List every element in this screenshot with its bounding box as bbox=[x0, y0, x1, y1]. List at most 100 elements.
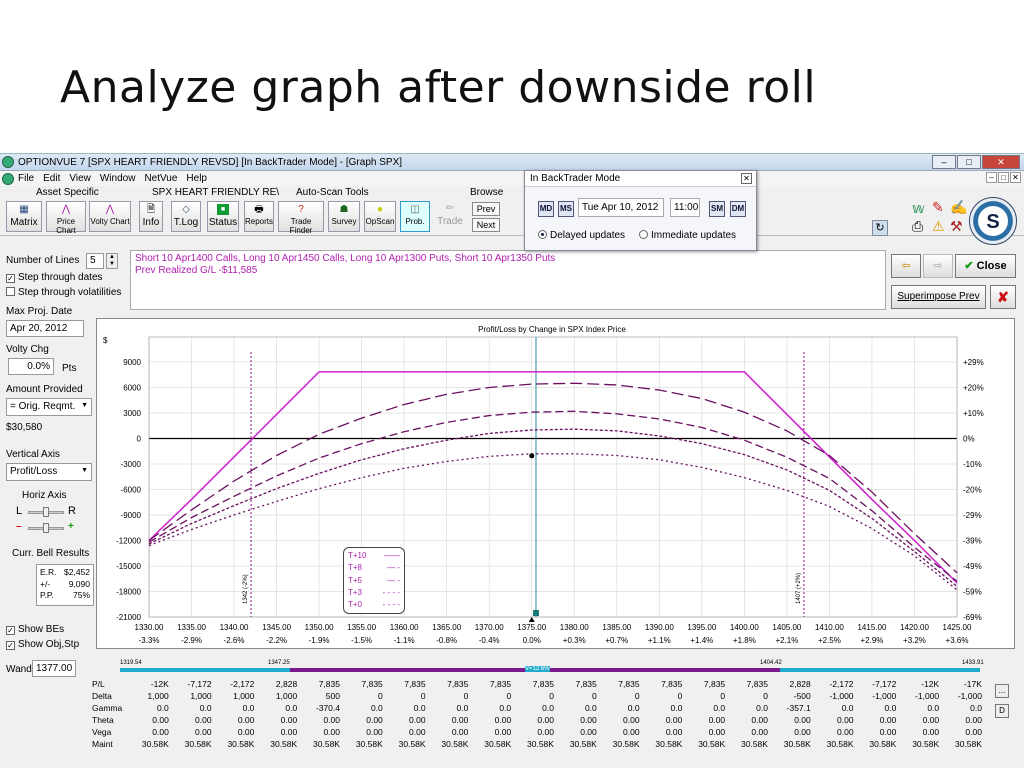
step-vols-option[interactable]: Step through volatilities bbox=[6, 287, 121, 298]
volty-chg-field[interactable]: 0.0% bbox=[8, 358, 54, 375]
series-line-t-plus-8 bbox=[148, 382, 958, 574]
show-bes-checkbox[interactable]: ✓ bbox=[6, 626, 15, 635]
grid-cell: 0.0 bbox=[242, 703, 255, 713]
superimpose-prev-button[interactable]: Superimpose Prev bbox=[891, 285, 986, 309]
menu-view[interactable]: View bbox=[69, 173, 91, 184]
slider-handle[interactable] bbox=[43, 507, 49, 517]
step-forward-button[interactable]: SM bbox=[709, 201, 725, 217]
grid-cell: 0.0 bbox=[756, 703, 768, 713]
grid-detail-button[interactable]: D bbox=[995, 704, 1009, 718]
trade-button[interactable]: ✏ Trade bbox=[435, 201, 465, 232]
info-button[interactable]: 🗎 Info bbox=[139, 201, 163, 232]
next-button[interactable]: Next bbox=[472, 218, 500, 232]
grid-cell: 30.58K bbox=[826, 739, 854, 749]
grid-cell: 0.0 bbox=[199, 703, 212, 713]
horiz-axis-zoom-slider[interactable] bbox=[28, 523, 64, 533]
current-price-marker bbox=[532, 610, 539, 616]
info-icon: 🗎 bbox=[146, 204, 156, 215]
note-icon[interactable]: ✍ bbox=[950, 199, 967, 216]
vertical-axis-dropdown[interactable]: Profit/Loss ▼ bbox=[6, 463, 92, 481]
menu-help[interactable]: Help bbox=[186, 173, 207, 184]
alarm-icon[interactable]: ⚠ bbox=[932, 218, 945, 235]
grid-cell: 0.00 bbox=[751, 715, 768, 725]
backtrader-time-field[interactable]: 11:00 bbox=[670, 198, 700, 217]
grid-cell: 500 bbox=[325, 691, 340, 701]
maximize-button[interactable]: □ bbox=[957, 155, 981, 169]
opscan-button[interactable]: ● OpScan bbox=[364, 201, 396, 232]
show-obj-option[interactable]: ✓ Show Obj,Stp bbox=[6, 639, 79, 650]
x-pct-label: -0.8% bbox=[436, 636, 457, 645]
series-line-t-plus-3 bbox=[148, 428, 958, 587]
refresh-icon[interactable]: ↻ bbox=[872, 220, 888, 236]
delete-button[interactable]: ✘ bbox=[990, 285, 1016, 309]
amount-provided-dropdown[interactable]: = Orig. Reqmt. ▼ bbox=[6, 398, 92, 416]
close-window-button[interactable]: ✕ bbox=[982, 155, 1020, 169]
tools-icon[interactable]: ⚒ bbox=[950, 218, 963, 235]
menu-window[interactable]: Window bbox=[100, 173, 136, 184]
show-obj-checkbox[interactable]: ✓ bbox=[6, 641, 15, 650]
grid-cell: 7,835 bbox=[489, 679, 512, 689]
mdi-close-button[interactable]: ✕ bbox=[1010, 172, 1021, 183]
series-line-t-plus-0 bbox=[148, 453, 958, 591]
menu-file[interactable]: File bbox=[18, 173, 34, 184]
grid-row-label: Gamma bbox=[92, 703, 123, 713]
mdi-minimize-button[interactable]: – bbox=[986, 172, 997, 183]
prob-button[interactable]: ◫ Prob. bbox=[400, 201, 430, 232]
tlog-button[interactable]: ◇ T.Log bbox=[171, 201, 201, 232]
volty-chart-icon: ⋀ bbox=[105, 204, 115, 215]
delayed-updates-option[interactable]: Delayed updates bbox=[538, 230, 625, 241]
step-back-button[interactable]: MS bbox=[558, 201, 574, 217]
grid-cell: 0.0 bbox=[970, 703, 982, 713]
backtrader-date-field[interactable]: Tue Apr 10, 2012 bbox=[578, 198, 664, 217]
grid-cell: 30.58K bbox=[270, 739, 298, 749]
prev-button[interactable]: Prev bbox=[472, 202, 500, 216]
print-icon[interactable]: ⎙ bbox=[912, 218, 923, 235]
yield-icon[interactable]: 𝕨 bbox=[912, 200, 925, 217]
reports-button[interactable]: 🖶 Reports bbox=[244, 201, 274, 232]
grid-options-button[interactable]: ... bbox=[995, 684, 1009, 698]
menu-netvue[interactable]: NetVue bbox=[144, 173, 177, 184]
price-chart-icon: ⋀ bbox=[61, 204, 71, 215]
volty-chart-button[interactable]: ⋀ Volty Chart bbox=[89, 201, 131, 232]
grid-cell: 30.58K bbox=[398, 739, 426, 749]
grid-cell: 30.58K bbox=[741, 739, 768, 749]
price-chart-button[interactable]: ⋀ Price Chart bbox=[46, 201, 86, 235]
y-tick-label: -3000 bbox=[121, 460, 142, 469]
x-tick-label: 1395.00 bbox=[687, 623, 716, 632]
delayed-radio[interactable] bbox=[538, 230, 547, 239]
slider-handle[interactable] bbox=[43, 523, 49, 533]
survey-button[interactable]: ☗ Survey bbox=[328, 201, 360, 232]
month-back-button[interactable]: MD bbox=[538, 201, 554, 217]
wand-field[interactable]: 1377.00 bbox=[32, 660, 76, 677]
grid-row-maint: Maint 30.58K 30.58K 30.58K 30.58K 30.58K 30.58… bbox=[90, 738, 990, 750]
grid-cell: 7,835 bbox=[404, 679, 426, 689]
matrix-button[interactable]: ▦ Matrix bbox=[6, 201, 42, 232]
pl-chart[interactable]: Profit/Loss by Change in SPX Index Price… bbox=[96, 318, 1015, 649]
close-button[interactable]: ✔ Close bbox=[955, 254, 1016, 278]
mdi-restore-button[interactable]: □ bbox=[998, 172, 1009, 183]
x-pct-label: -1.5% bbox=[351, 636, 372, 645]
back-arrow-button[interactable]: ⇦ bbox=[891, 254, 921, 278]
show-bes-option[interactable]: ✓ Show BEs bbox=[6, 624, 64, 635]
export-icon[interactable]: ✎ bbox=[932, 199, 944, 216]
status-button[interactable]: ■ Status bbox=[207, 201, 239, 232]
menu-edit[interactable]: Edit bbox=[43, 173, 60, 184]
legend-swatch: - - - - bbox=[382, 587, 400, 597]
grid-cell: -1,000 bbox=[872, 691, 897, 701]
immediate-radio[interactable] bbox=[639, 230, 648, 239]
month-forward-button[interactable]: DM bbox=[730, 201, 746, 217]
backtrader-close-button[interactable]: ✕ bbox=[741, 173, 752, 184]
step-dates-option[interactable]: ✓ Step through dates bbox=[6, 272, 103, 283]
forward-arrow-button[interactable]: ⇨ bbox=[923, 254, 953, 278]
step-dates-checkbox[interactable]: ✓ bbox=[6, 274, 15, 283]
step-vols-checkbox[interactable] bbox=[6, 287, 15, 296]
num-lines-spinner[interactable]: ▲ ▼ bbox=[106, 253, 118, 269]
immediate-updates-option[interactable]: Immediate updates bbox=[639, 230, 736, 241]
wand-label: Wand bbox=[6, 664, 32, 675]
trade-finder-button[interactable]: ? Trade Finder bbox=[278, 201, 324, 235]
num-lines-field[interactable]: 5 bbox=[86, 253, 104, 269]
minimize-button[interactable]: – bbox=[932, 155, 956, 169]
grid-cell: -12K bbox=[150, 679, 169, 689]
max-proj-date-field[interactable]: Apr 20, 2012 bbox=[6, 320, 84, 337]
horiz-axis-lr-slider[interactable] bbox=[28, 507, 64, 517]
